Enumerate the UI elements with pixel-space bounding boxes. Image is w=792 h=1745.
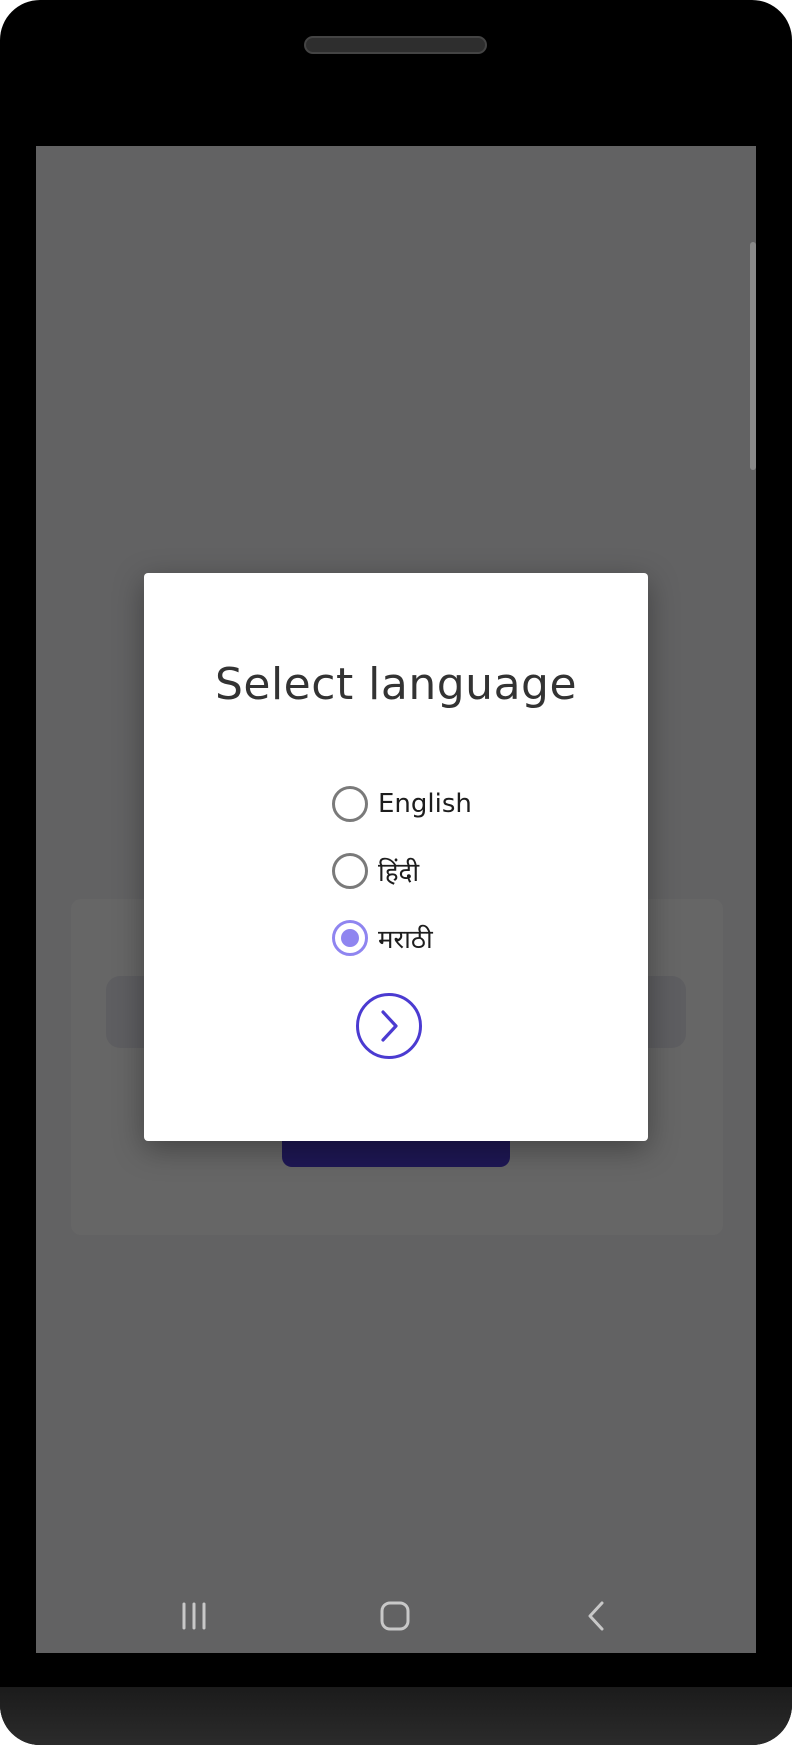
system-navigation-bar: [36, 1586, 756, 1646]
language-dialog: Select language English हिंदी मराठी: [144, 573, 648, 1141]
radio-dot: [341, 928, 359, 947]
option-label: मराठी: [378, 924, 433, 955]
chevron-right-icon: [381, 1010, 398, 1042]
back-button[interactable]: [556, 1586, 636, 1646]
language-option-hindi[interactable]: हिंदी: [332, 837, 592, 904]
screen: Select language English हिंदी मराठी: [36, 146, 756, 1653]
back-icon: [588, 1601, 604, 1631]
language-option-english[interactable]: English: [332, 770, 592, 837]
home-icon: [380, 1601, 410, 1631]
radio-button[interactable]: [332, 852, 368, 889]
dialog-title: Select language: [214, 659, 578, 710]
radio-button-selected[interactable]: [332, 919, 368, 956]
next-button[interactable]: [356, 993, 422, 1059]
speaker-grille: [304, 36, 487, 54]
bottom-bezel: [0, 1687, 792, 1745]
radio-button[interactable]: [332, 785, 368, 822]
option-label: English: [378, 788, 472, 819]
recents-icon: [182, 1602, 206, 1630]
home-button[interactable]: [355, 1586, 435, 1646]
language-options: English हिंदी मराठी: [332, 770, 592, 971]
device-frame: Select language English हिंदी मराठी: [0, 0, 792, 1745]
recents-button[interactable]: [154, 1586, 234, 1646]
language-option-marathi[interactable]: मराठी: [332, 904, 592, 971]
option-label: हिंदी: [378, 857, 420, 888]
scrollbar[interactable]: [750, 242, 756, 470]
